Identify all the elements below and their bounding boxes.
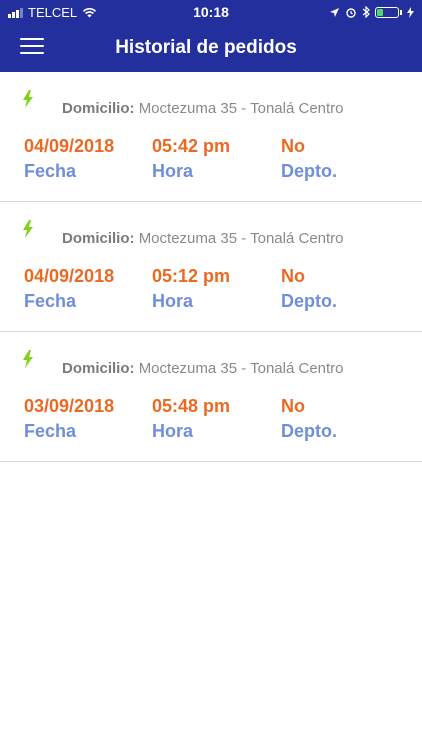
order-dept: No [281,266,305,286]
location-arrow-icon [330,7,339,17]
order-address: Domicilio: Moctezuma 35 - Tonalá Centro [62,230,344,247]
order-time: 05:42 pm [152,136,231,156]
order-item[interactable]: Domicilio: Moctezuma 35 - Tonalá Centro … [0,202,422,332]
order-address: Domicilio: Moctezuma 35 - Tonalá Centro [62,360,344,377]
bluetooth-icon [362,6,370,18]
order-time: 05:48 pm [152,396,231,416]
order-dept: No [281,136,305,156]
app-header: TELCEL 10:18 Historial de pedidos [0,0,422,72]
time-label: Hora [152,161,194,181]
dept-label: Depto. [281,291,337,311]
status-bar: TELCEL 10:18 [0,0,422,24]
charging-icon [407,6,414,18]
carrier-name: TELCEL [28,4,78,20]
order-item[interactable]: Domicilio: Moctezuma 35 - Tonalá Centro … [0,332,422,462]
dept-label: Depto. [281,161,337,181]
date-label: Fecha [24,421,77,441]
dept-label: Depto. [281,421,337,441]
alarm-icon [346,8,356,18]
order-date: 04/09/2018 [24,266,115,286]
time-label: Hora [152,421,194,441]
order-dept: No [281,396,305,416]
date-label: Fecha [24,161,77,181]
menu-button[interactable] [20,38,44,56]
order-date: 04/09/2018 [24,136,115,156]
signal-icon [8,7,23,18]
order-time: 05:12 pm [152,266,231,286]
page-title: Historial de pedidos [115,37,297,58]
date-label: Fecha [24,291,77,311]
battery-icon [375,6,399,18]
order-item[interactable]: Domicilio: Moctezuma 35 - Tonalá Centro … [0,72,422,202]
bolt-icon [23,220,33,238]
navbar: Historial de pedidos [0,24,422,72]
order-list: Domicilio: Moctezuma 35 - Tonalá Centro … [0,72,422,462]
bolt-icon [23,350,33,368]
time-label: Hora [152,291,194,311]
bolt-icon [23,90,33,108]
order-date: 03/09/2018 [24,396,115,416]
order-address: Domicilio: Moctezuma 35 - Tonalá Centro [62,100,344,117]
wifi-icon [83,7,97,17]
